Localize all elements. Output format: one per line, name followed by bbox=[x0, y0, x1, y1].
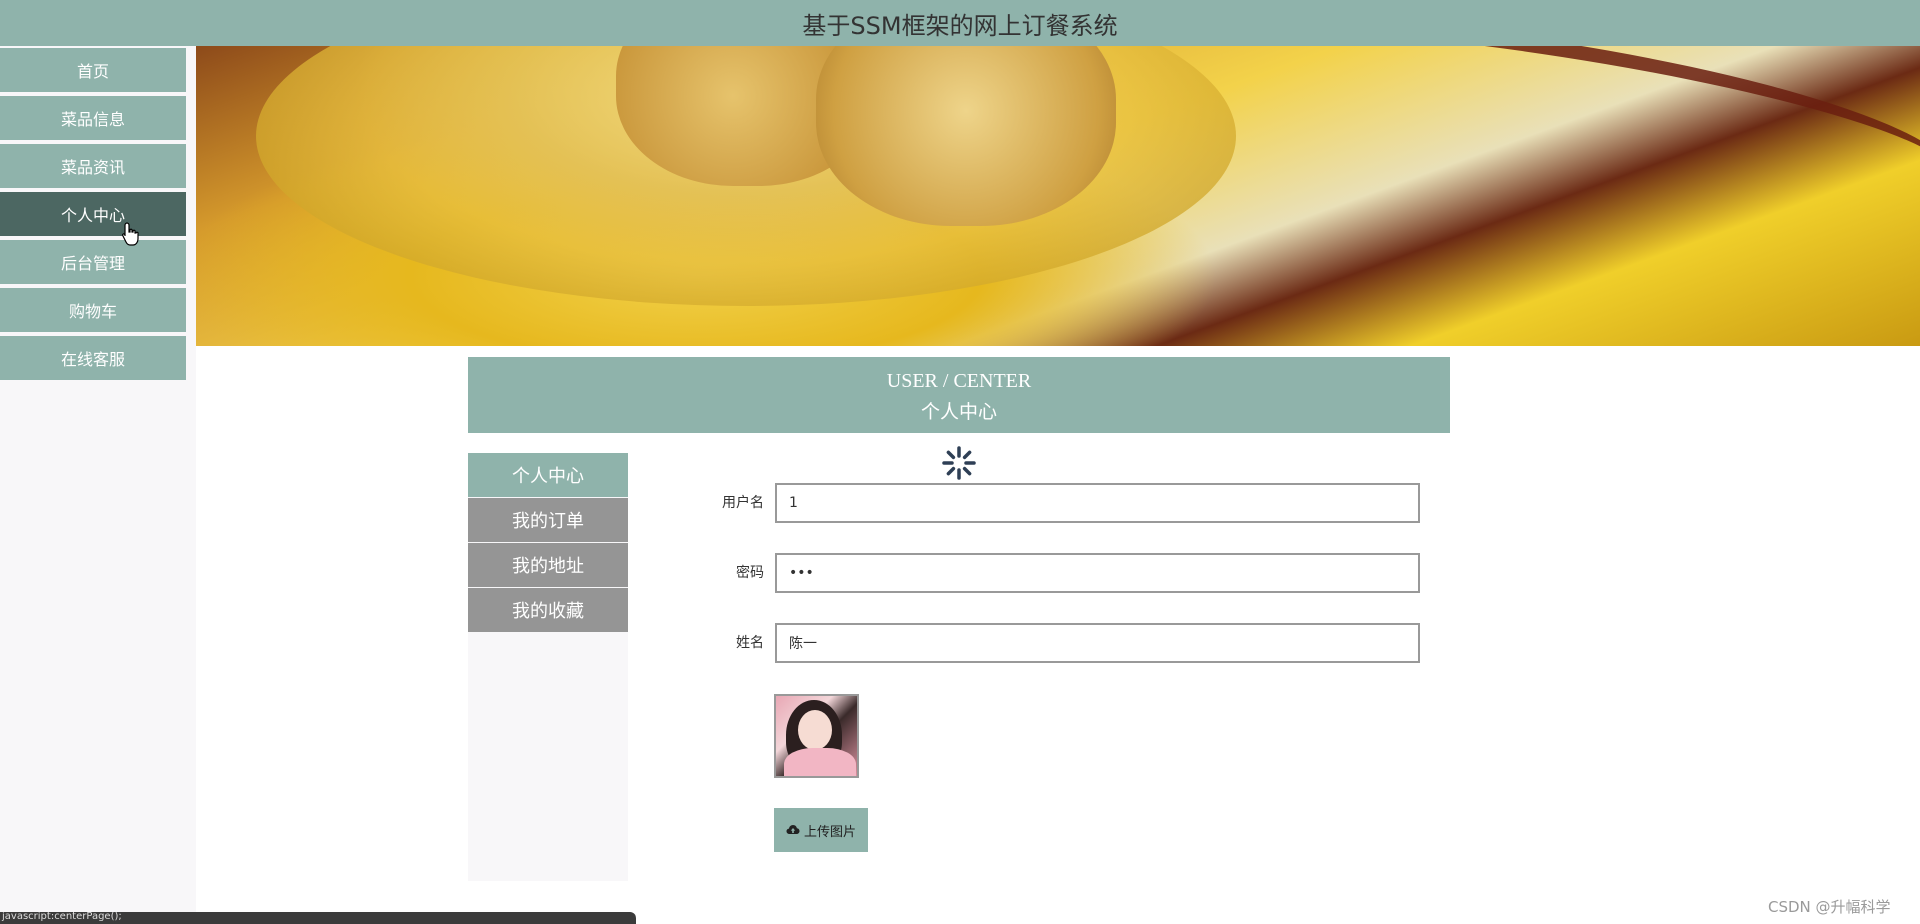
user-center-title-cn: 个人中心 bbox=[920, 401, 997, 423]
food-banner-image bbox=[196, 46, 1920, 346]
watermark: CSDN @升幅科学 bbox=[1768, 898, 1891, 916]
password-row: 密码 bbox=[700, 553, 1420, 593]
top-header-bar: 基于SSM框架的网上订餐系统 bbox=[0, 0, 1920, 46]
user-center-header: USER / CENTER 个人中心 bbox=[468, 357, 1450, 433]
nav-item-home[interactable]: 首页 bbox=[0, 48, 186, 92]
password-label: 密码 bbox=[736, 565, 764, 581]
name-row: 姓名 bbox=[700, 623, 1420, 663]
nav-item-user-center[interactable]: 个人中心 bbox=[0, 192, 186, 236]
user-center-menu: 个人中心 我的订单 我的地址 我的收藏 bbox=[468, 453, 628, 881]
name-input[interactable] bbox=[775, 623, 1420, 663]
nav-item-dish-news[interactable]: 菜品资讯 bbox=[0, 144, 186, 188]
nav-item-dish-info[interactable]: 菜品信息 bbox=[0, 96, 186, 140]
nav-item-online-service[interactable]: 在线客服 bbox=[0, 336, 186, 380]
menu-item-my-orders[interactable]: 我的订单 bbox=[468, 498, 628, 542]
loading-spinner-icon bbox=[942, 446, 976, 480]
cloud-upload-icon bbox=[786, 825, 800, 834]
avatar-image bbox=[774, 694, 859, 778]
user-center-title-en: USER / CENTER bbox=[886, 370, 1032, 392]
status-bar-text: javascript:centerPage(); bbox=[2, 912, 122, 922]
left-sidebar: 首页 菜品信息 菜品资讯 个人中心 后台管理 购物车 在线客服 bbox=[0, 46, 196, 924]
username-input[interactable] bbox=[775, 483, 1420, 523]
name-label: 姓名 bbox=[736, 635, 764, 651]
upload-image-button[interactable]: 上传图片 bbox=[774, 808, 868, 852]
username-label: 用户名 bbox=[722, 495, 764, 511]
menu-item-profile[interactable]: 个人中心 bbox=[468, 453, 628, 497]
upload-image-label: 上传图片 bbox=[803, 824, 856, 840]
nav-item-admin[interactable]: 后台管理 bbox=[0, 240, 186, 284]
menu-item-my-address[interactable]: 我的地址 bbox=[468, 543, 628, 587]
nav-item-cart[interactable]: 购物车 bbox=[0, 288, 186, 332]
browser-status-bar: javascript:centerPage(); bbox=[0, 912, 636, 924]
password-input[interactable] bbox=[775, 553, 1420, 593]
site-title: 基于SSM框架的网上订餐系统 bbox=[802, 11, 1118, 40]
hand-cursor-icon bbox=[122, 222, 139, 246]
menu-item-my-favorites[interactable]: 我的收藏 bbox=[468, 588, 628, 632]
username-row: 用户名 bbox=[700, 483, 1420, 523]
